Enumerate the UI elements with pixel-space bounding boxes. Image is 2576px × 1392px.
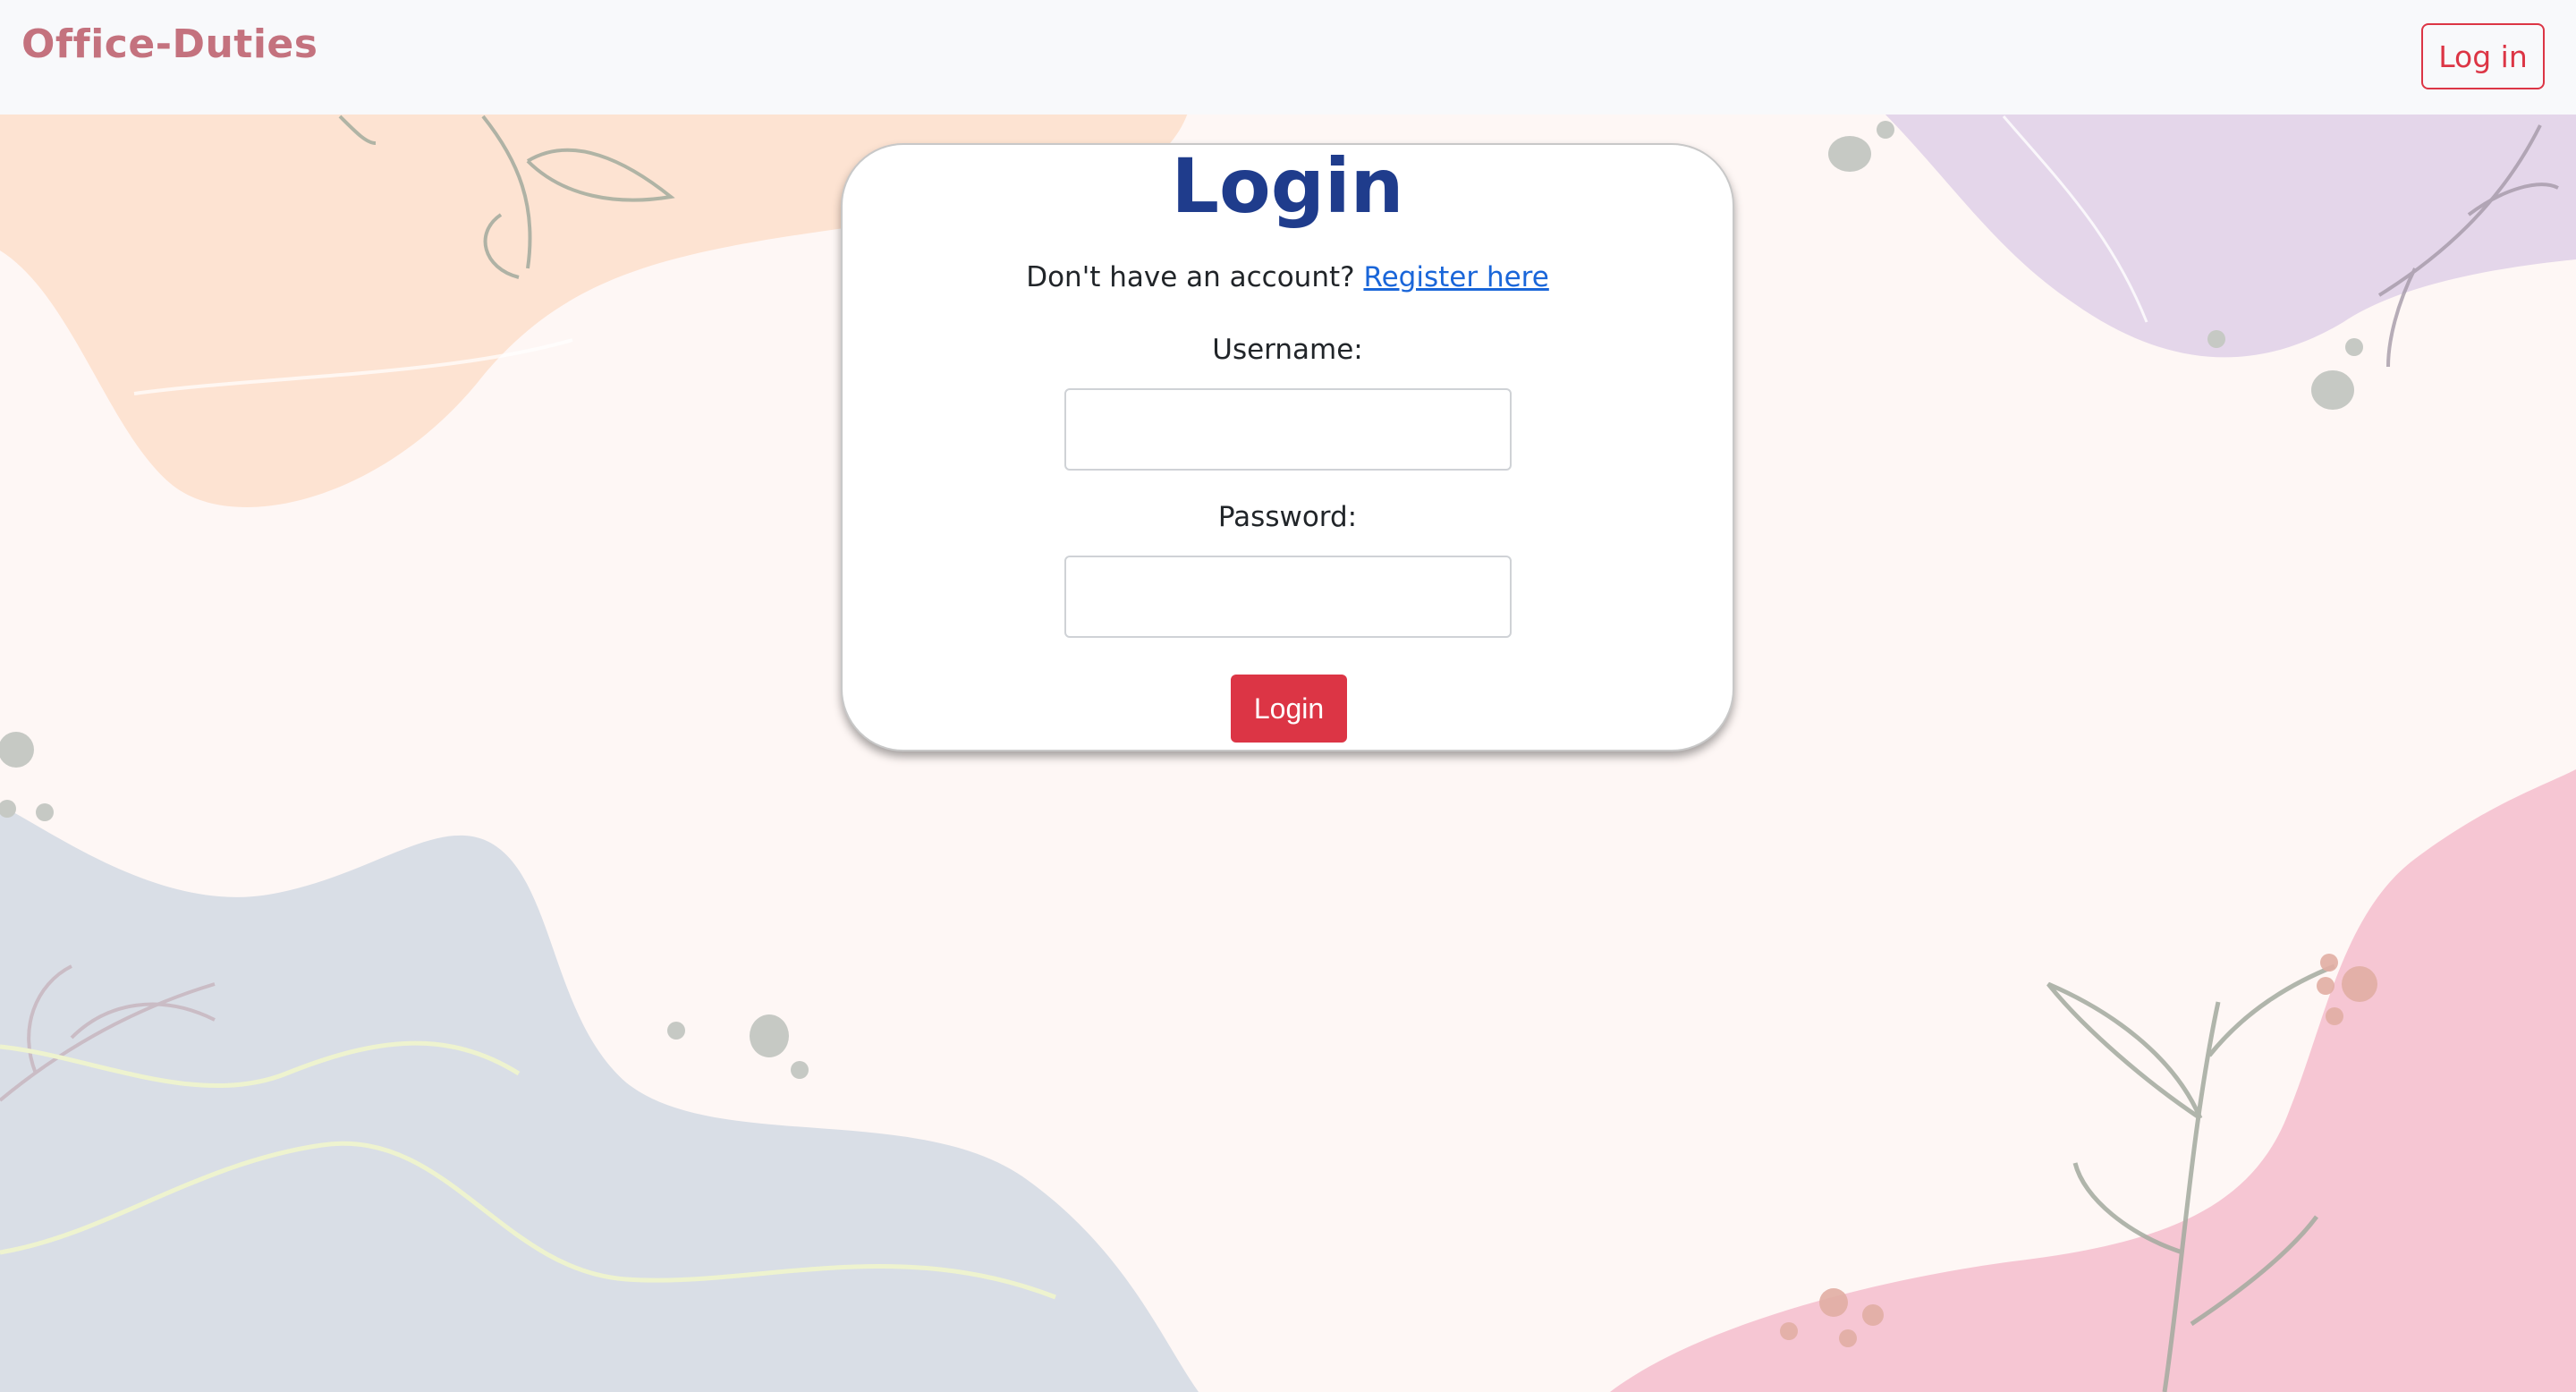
username-label: Username: — [1212, 334, 1363, 366]
lavender-blob — [1878, 107, 2576, 358]
brand-logo-text[interactable]: Office-Duties — [21, 21, 318, 67]
pink-blob — [1610, 769, 2576, 1392]
bluegrey-blob — [0, 805, 1199, 1392]
register-prompt-text: Don't have an account? — [1026, 261, 1355, 293]
password-label: Password: — [1217, 501, 1358, 533]
login-title: Login — [1171, 142, 1404, 230]
login-submit-button[interactable]: Login — [1231, 675, 1347, 743]
login-card: Login Don't have an account? Register he… — [841, 143, 1734, 751]
navbar: Office-Duties Log in — [0, 0, 2576, 115]
register-prompt-line: Don't have an account? Register here — [843, 261, 1733, 293]
username-input[interactable] — [1064, 388, 1512, 471]
password-input[interactable] — [1064, 556, 1512, 638]
nav-login-button[interactable]: Log in — [2421, 23, 2545, 89]
register-link[interactable]: Register here — [1363, 261, 1548, 293]
